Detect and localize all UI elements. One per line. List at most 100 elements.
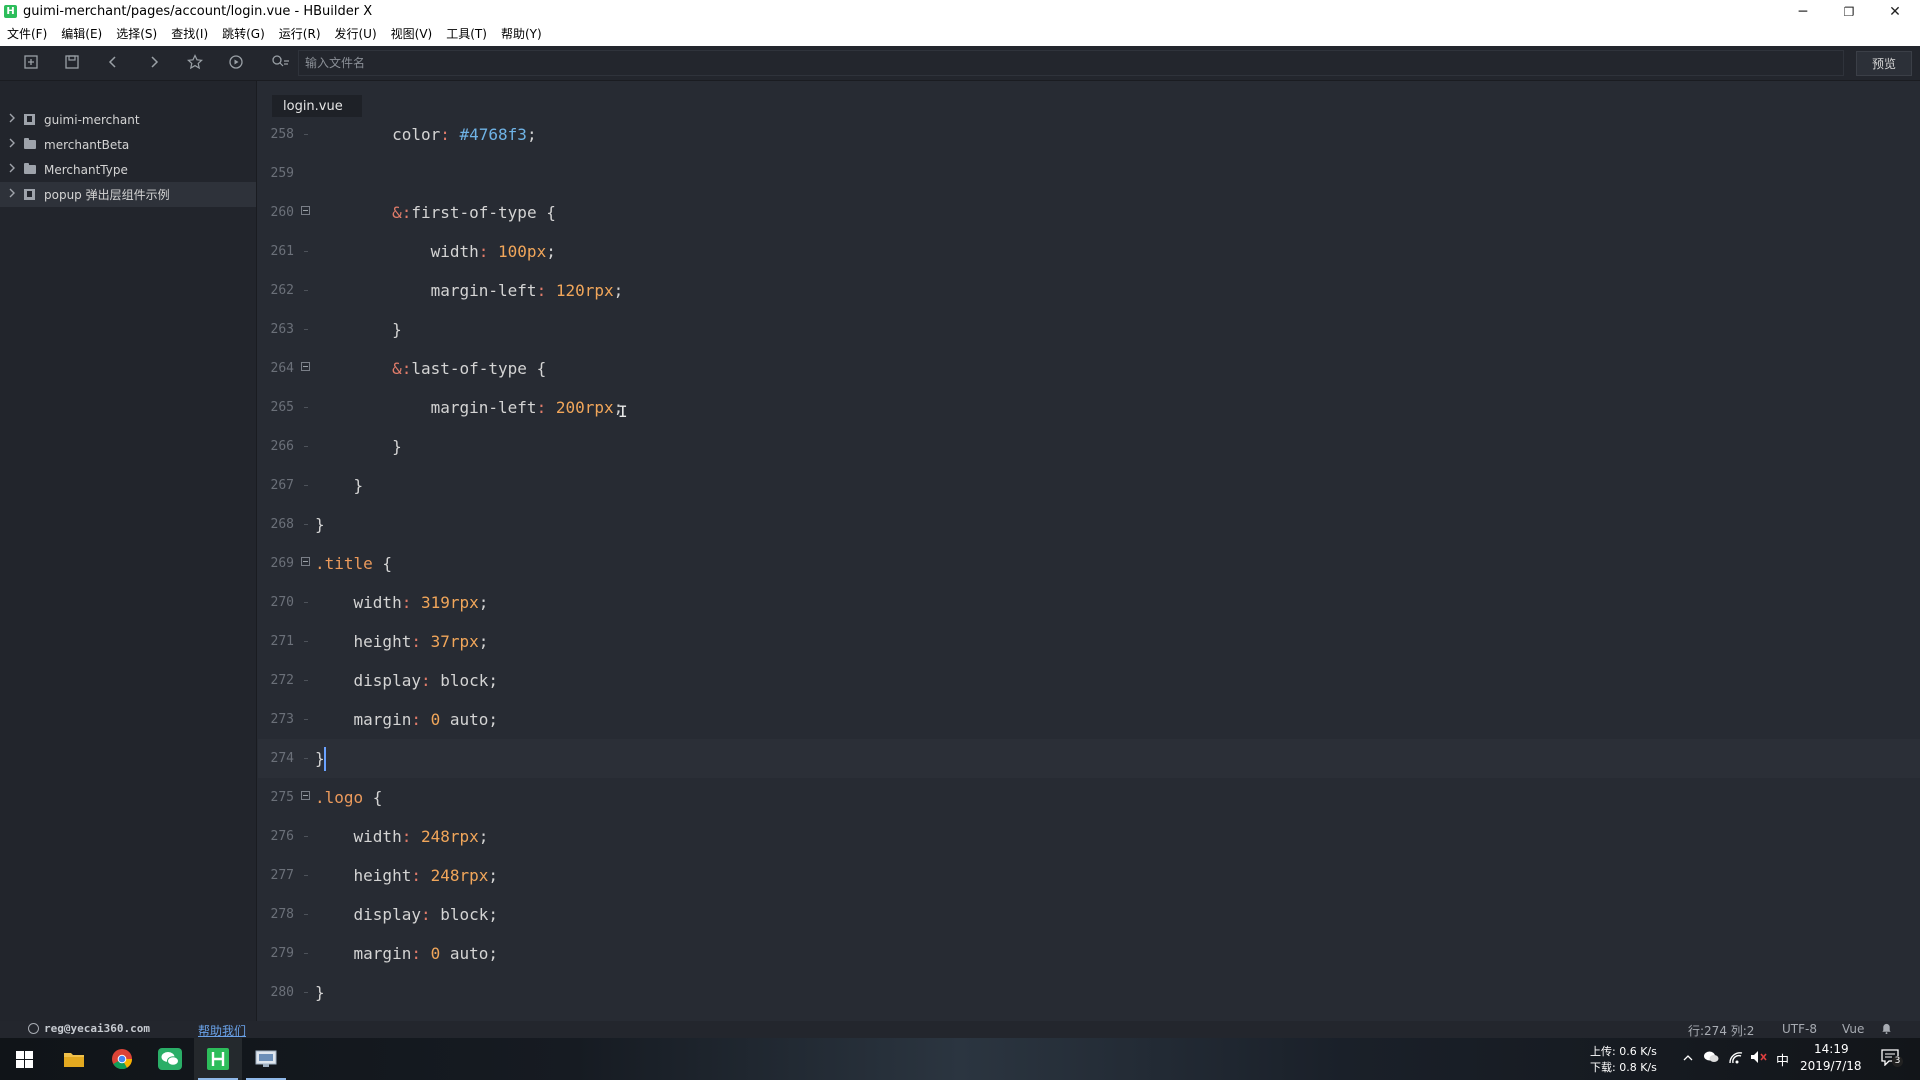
- code-text[interactable]: &:first-of-type {: [315, 203, 556, 222]
- code-line[interactable]: 266 }: [258, 427, 1920, 466]
- code-text[interactable]: display: block;: [315, 905, 499, 924]
- run-icon[interactable]: [227, 54, 245, 72]
- language-mode[interactable]: Vue: [1842, 1022, 1864, 1036]
- code-line[interactable]: 269 .title {: [258, 544, 1920, 583]
- restore-button[interactable]: ❐: [1826, 0, 1872, 23]
- menu-item-1[interactable]: 编辑(E): [54, 23, 109, 46]
- code-line[interactable]: 271 height: 37rpx;: [258, 622, 1920, 661]
- volume-muted-icon[interactable]: [1750, 1050, 1768, 1064]
- account-email[interactable]: reg@yecai360.com: [44, 1022, 150, 1035]
- code-line[interactable]: 280}: [258, 973, 1920, 1012]
- code-line[interactable]: 277 height: 248rpx;: [258, 856, 1920, 895]
- minimize-button[interactable]: ─: [1780, 0, 1826, 23]
- windows-start-icon[interactable]: [0, 1038, 48, 1080]
- code-text[interactable]: margin-left: 120rpx;: [315, 281, 624, 300]
- code-line[interactable]: 260 &:first-of-type {: [258, 193, 1920, 232]
- ime-indicator[interactable]: 中: [1776, 1050, 1789, 1069]
- code-text[interactable]: }: [315, 437, 402, 456]
- code-line[interactable]: 273 margin: 0 auto;: [258, 700, 1920, 739]
- sidebar-item-2[interactable]: MerchantType: [0, 157, 256, 182]
- wechat-tray-icon[interactable]: [1703, 1050, 1719, 1064]
- code-text[interactable]: margin: 0 auto;: [315, 944, 499, 963]
- help-us-link[interactable]: 帮助我们: [198, 1022, 246, 1039]
- sidebar-item-0[interactable]: guimi-merchant: [0, 107, 256, 132]
- code-line[interactable]: 267 }: [258, 466, 1920, 505]
- code-text[interactable]: }: [315, 320, 402, 339]
- tab-login-vue[interactable]: login.vue: [272, 95, 362, 117]
- code-text[interactable]: }: [315, 515, 325, 534]
- menu-item-0[interactable]: 文件(F): [0, 23, 54, 46]
- sidebar-item-3[interactable]: popup 弹出层组件示例: [0, 182, 256, 207]
- forward-icon[interactable]: [145, 54, 163, 72]
- tray-expand-chevron-icon[interactable]: [1682, 1052, 1694, 1064]
- action-center-icon[interactable]: 3: [1880, 1048, 1903, 1068]
- code-text[interactable]: width: 248rpx;: [315, 827, 489, 846]
- hbuilder-icon[interactable]: [194, 1038, 242, 1080]
- code-text[interactable]: .title {: [315, 554, 392, 573]
- sidebar-item-1[interactable]: merchantBeta: [0, 132, 256, 157]
- code-line[interactable]: 264 &:last-of-type {: [258, 349, 1920, 388]
- menu-item-3[interactable]: 查找(I): [164, 23, 215, 46]
- code-text[interactable]: &:last-of-type {: [315, 359, 546, 378]
- menu-item-6[interactable]: 发行(U): [328, 23, 384, 46]
- code-text[interactable]: margin: 0 auto;: [315, 710, 499, 729]
- code-line[interactable]: 261 width: 100px;: [258, 232, 1920, 271]
- code-text[interactable]: display: block;: [315, 671, 499, 690]
- file-explorer-icon[interactable]: [50, 1038, 98, 1080]
- chevron-right-icon[interactable]: [8, 113, 18, 126]
- code-line[interactable]: 270 width: 319rpx;: [258, 583, 1920, 622]
- code-line[interactable]: 258 color: #4768f3;: [258, 119, 1920, 154]
- fold-toggle-icon[interactable]: [301, 791, 310, 800]
- chevron-right-icon[interactable]: [8, 163, 18, 176]
- menu-item-7[interactable]: 视图(V): [384, 23, 440, 46]
- code-line[interactable]: 265 margin-left: 200rpx;: [258, 388, 1920, 427]
- chrome-icon[interactable]: [98, 1038, 146, 1080]
- code-text[interactable]: width: 100px;: [315, 242, 556, 261]
- menu-item-4[interactable]: 跳转(G): [215, 23, 272, 46]
- cursor-position[interactable]: 行:274 列:2: [1688, 1022, 1754, 1039]
- close-button[interactable]: ✕: [1872, 0, 1918, 23]
- star-icon[interactable]: [186, 54, 204, 72]
- code-line[interactable]: 262 margin-left: 120rpx;: [258, 271, 1920, 310]
- new-file-icon[interactable]: [22, 54, 40, 72]
- code-text[interactable]: }: [315, 476, 364, 495]
- bell-icon[interactable]: [1881, 1023, 1892, 1034]
- code-line[interactable]: 278 display: block;: [258, 895, 1920, 934]
- menu-item-5[interactable]: 运行(R): [272, 23, 328, 46]
- fold-toggle-icon[interactable]: [301, 206, 310, 215]
- back-icon[interactable]: [104, 54, 122, 72]
- code-line[interactable]: 274}: [258, 739, 1920, 778]
- code-line[interactable]: 276 width: 248rpx;: [258, 817, 1920, 856]
- code-text[interactable]: .logo {: [315, 788, 382, 807]
- menu-item-8[interactable]: 工具(T): [439, 23, 494, 46]
- code-text[interactable]: width: 319rpx;: [315, 593, 489, 612]
- code-text[interactable]: margin-left: 200rpx;: [315, 398, 624, 417]
- clock-date[interactable]: 2019/7/18: [1800, 1059, 1862, 1073]
- code-line[interactable]: 259: [258, 154, 1920, 193]
- user-icon[interactable]: [28, 1023, 39, 1034]
- network-icon[interactable]: [1728, 1050, 1744, 1064]
- chevron-right-icon[interactable]: [8, 138, 18, 151]
- fold-toggle-icon[interactable]: [301, 362, 310, 371]
- code-text[interactable]: }: [315, 983, 325, 1002]
- code-line[interactable]: 272 display: block;: [258, 661, 1920, 700]
- desktop-app-icon[interactable]: [242, 1038, 290, 1080]
- clock-time[interactable]: 14:19: [1814, 1042, 1849, 1056]
- save-icon[interactable]: [63, 54, 81, 72]
- fold-toggle-icon[interactable]: [301, 557, 310, 566]
- code-line[interactable]: 275 .logo {: [258, 778, 1920, 817]
- file-name-search-input[interactable]: [298, 50, 1844, 76]
- code-text[interactable]: height: 37rpx;: [315, 632, 489, 651]
- code-line[interactable]: 279 margin: 0 auto;: [258, 934, 1920, 973]
- code-line[interactable]: 263 }: [258, 310, 1920, 349]
- code-editor[interactable]: 258 color: #4768f3; 259 260 &:first-of-typ…: [258, 119, 1920, 1021]
- code-text[interactable]: height: 248rpx;: [315, 866, 499, 885]
- encoding-indicator[interactable]: UTF-8: [1782, 1022, 1817, 1036]
- code-text[interactable]: color: #4768f3;: [315, 125, 537, 144]
- menu-item-9[interactable]: 帮助(Y): [494, 23, 549, 46]
- code-line[interactable]: 268}: [258, 505, 1920, 544]
- wechat-icon[interactable]: [146, 1038, 194, 1080]
- menu-item-2[interactable]: 选择(S): [109, 23, 164, 46]
- preview-button[interactable]: 预览: [1856, 51, 1912, 76]
- chevron-right-icon[interactable]: [8, 188, 18, 201]
